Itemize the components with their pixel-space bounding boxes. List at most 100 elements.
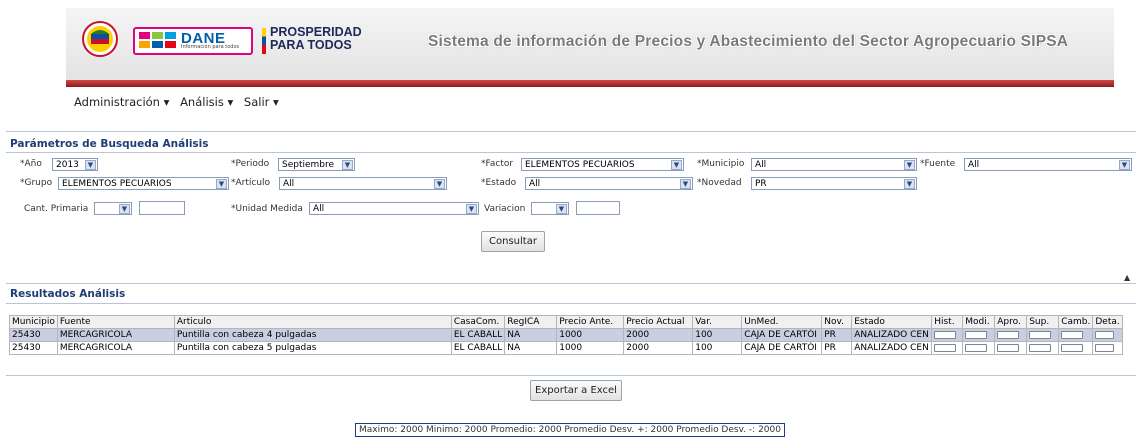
consultar-button[interactable]: Consultar xyxy=(481,231,545,252)
dane-logo-subtext: Información para todos xyxy=(181,44,240,50)
cell-unmed: CAJA DE CARTÓI xyxy=(741,341,823,355)
chevron-down-icon: ▼ xyxy=(434,179,445,189)
col-deta[interactable]: Deta. xyxy=(1092,315,1123,329)
chevron-down-icon: ▼ xyxy=(1119,160,1130,170)
factor-value: ELEMENTOS PECUARIOS xyxy=(525,160,635,170)
sup-button[interactable] xyxy=(1029,330,1052,339)
apro-button[interactable] xyxy=(997,343,1020,352)
col-sup[interactable]: Sup. xyxy=(1026,315,1060,329)
col-estado[interactable]: Estado xyxy=(851,315,933,329)
sup-button[interactable] xyxy=(1029,343,1052,352)
articulo-select[interactable]: All ▼ xyxy=(279,177,447,190)
hist-button[interactable] xyxy=(934,343,957,352)
chevron-down-icon: ▼ xyxy=(904,179,915,189)
col-camb[interactable]: Camb. xyxy=(1058,315,1094,329)
cell-estado: ANALIZADO CEN xyxy=(851,328,933,342)
table-row[interactable]: 25430 MERCAGRICOLA Puntilla con cabeza 4… xyxy=(9,328,1123,342)
menu-salir[interactable]: Salir ▾ xyxy=(244,95,279,109)
deta-button[interactable] xyxy=(1095,343,1115,352)
cell-precio-ante: 1000 xyxy=(556,341,625,355)
cell-precio-actual: 2000 xyxy=(623,341,694,355)
cell-fuente: MERCAGRICOLA xyxy=(56,341,175,355)
grupo-select[interactable]: ELEMENTOS PECUARIOS ▼ xyxy=(58,177,229,190)
cell-var: 100 xyxy=(692,328,743,342)
cell-sup xyxy=(1026,328,1060,342)
table-row[interactable]: 25430 MERCAGRICOLA Puntilla con cabeza 5… xyxy=(9,341,1123,355)
deta-button[interactable] xyxy=(1095,330,1115,339)
camb-button[interactable] xyxy=(1061,330,1084,339)
col-regica[interactable]: RegICA xyxy=(504,315,558,329)
collapse-up-icon[interactable]: ▲ xyxy=(1124,273,1130,282)
cell-apro xyxy=(994,341,1028,355)
cant-primaria-label: Cant. Primaria xyxy=(24,204,89,214)
col-precio-actual[interactable]: Precio Actual xyxy=(623,315,694,329)
prosperidad-logo-text: PROSPERIDAD PARA TODOS xyxy=(270,25,362,52)
menu-analisis[interactable]: Análisis ▾ xyxy=(180,95,233,109)
col-var[interactable]: Var. xyxy=(692,315,743,329)
unidad-medida-label: *Unidad Medida xyxy=(231,204,303,214)
col-precio-ante[interactable]: Precio Ante. xyxy=(556,315,625,329)
cell-nov: PR xyxy=(821,328,853,342)
cell-municipio: 25430 xyxy=(9,328,58,342)
hist-button[interactable] xyxy=(934,330,957,339)
variacion-select[interactable]: ▼ xyxy=(531,202,569,215)
cell-camb xyxy=(1058,328,1094,342)
col-fuente[interactable]: Fuente xyxy=(56,315,175,329)
periodo-select[interactable]: Septiembre ▼ xyxy=(278,158,355,171)
novedad-select[interactable]: PR ▼ xyxy=(751,177,917,190)
cell-modi xyxy=(962,328,996,342)
camb-button[interactable] xyxy=(1061,343,1084,352)
estado-select[interactable]: All ▼ xyxy=(525,177,693,190)
fuente-label: *Fuente xyxy=(920,159,956,169)
modi-button[interactable] xyxy=(965,330,988,339)
prosperidad-logo: PROSPERIDAD PARA TODOS xyxy=(262,26,362,56)
cell-hist xyxy=(931,341,964,355)
cant-primaria-input[interactable] xyxy=(139,201,185,215)
cell-hist xyxy=(931,328,964,342)
cell-sup xyxy=(1026,341,1060,355)
municipio-select[interactable]: All ▼ xyxy=(751,158,917,171)
col-casacom[interactable]: CasaCom. xyxy=(450,315,506,329)
export-excel-button[interactable]: Exportar a Excel xyxy=(530,380,622,401)
fuente-select[interactable]: All ▼ xyxy=(964,158,1132,171)
col-apro[interactable]: Apro. xyxy=(994,315,1028,329)
table-header-row: Municipio Fuente Articulo CasaCom. RegIC… xyxy=(9,315,1123,329)
col-hist[interactable]: Hist. xyxy=(931,315,964,329)
col-nov[interactable]: Nov. xyxy=(821,315,853,329)
results-footer-divider xyxy=(6,375,1136,376)
chevron-down-icon: ▼ xyxy=(342,160,353,170)
col-articulo[interactable]: Articulo xyxy=(173,315,452,329)
variacion-label: Variacion xyxy=(484,204,526,214)
menu-administracion[interactable]: Administración ▾ xyxy=(74,95,169,109)
col-modi[interactable]: Modi. xyxy=(962,315,996,329)
variacion-input[interactable] xyxy=(576,201,620,215)
results-title: Resultados Análisis xyxy=(10,288,126,300)
chevron-down-icon: ▼ xyxy=(680,179,691,189)
grupo-label: *Grupo xyxy=(20,178,53,188)
unidad-medida-value: All xyxy=(313,204,325,214)
cell-estado: ANALIZADO CEN xyxy=(851,341,933,355)
factor-select[interactable]: ELEMENTOS PECUARIOS ▼ xyxy=(521,158,684,171)
estado-value: All xyxy=(529,179,541,189)
estado-label: *Estado xyxy=(481,178,517,188)
cell-casacom: EL CABALL xyxy=(450,328,506,342)
unidad-medida-select[interactable]: All ▼ xyxy=(309,202,479,215)
cell-casacom: EL CABALL xyxy=(450,341,506,355)
anio-select[interactable]: 2013 ▼ xyxy=(52,158,98,171)
results-table: Municipio Fuente Articulo CasaCom. RegIC… xyxy=(9,315,1123,355)
chevron-down-icon: ▼ xyxy=(466,204,477,214)
articulo-value: All xyxy=(283,179,295,189)
modi-button[interactable] xyxy=(965,343,988,352)
results-panel: Resultados Análisis xyxy=(6,283,1136,437)
cell-precio-actual: 2000 xyxy=(623,328,694,342)
cell-regica: NA xyxy=(504,341,558,355)
anio-value: 2013 xyxy=(56,160,79,170)
municipio-value: All xyxy=(755,160,767,170)
col-municipio[interactable]: Municipio xyxy=(9,315,58,329)
col-unmed[interactable]: UnMed. xyxy=(741,315,823,329)
cell-regica: NA xyxy=(504,328,558,342)
cell-var: 100 xyxy=(692,341,743,355)
periodo-value: Septiembre xyxy=(282,160,335,170)
cant-primaria-select[interactable]: ▼ xyxy=(94,202,132,215)
apro-button[interactable] xyxy=(997,330,1020,339)
